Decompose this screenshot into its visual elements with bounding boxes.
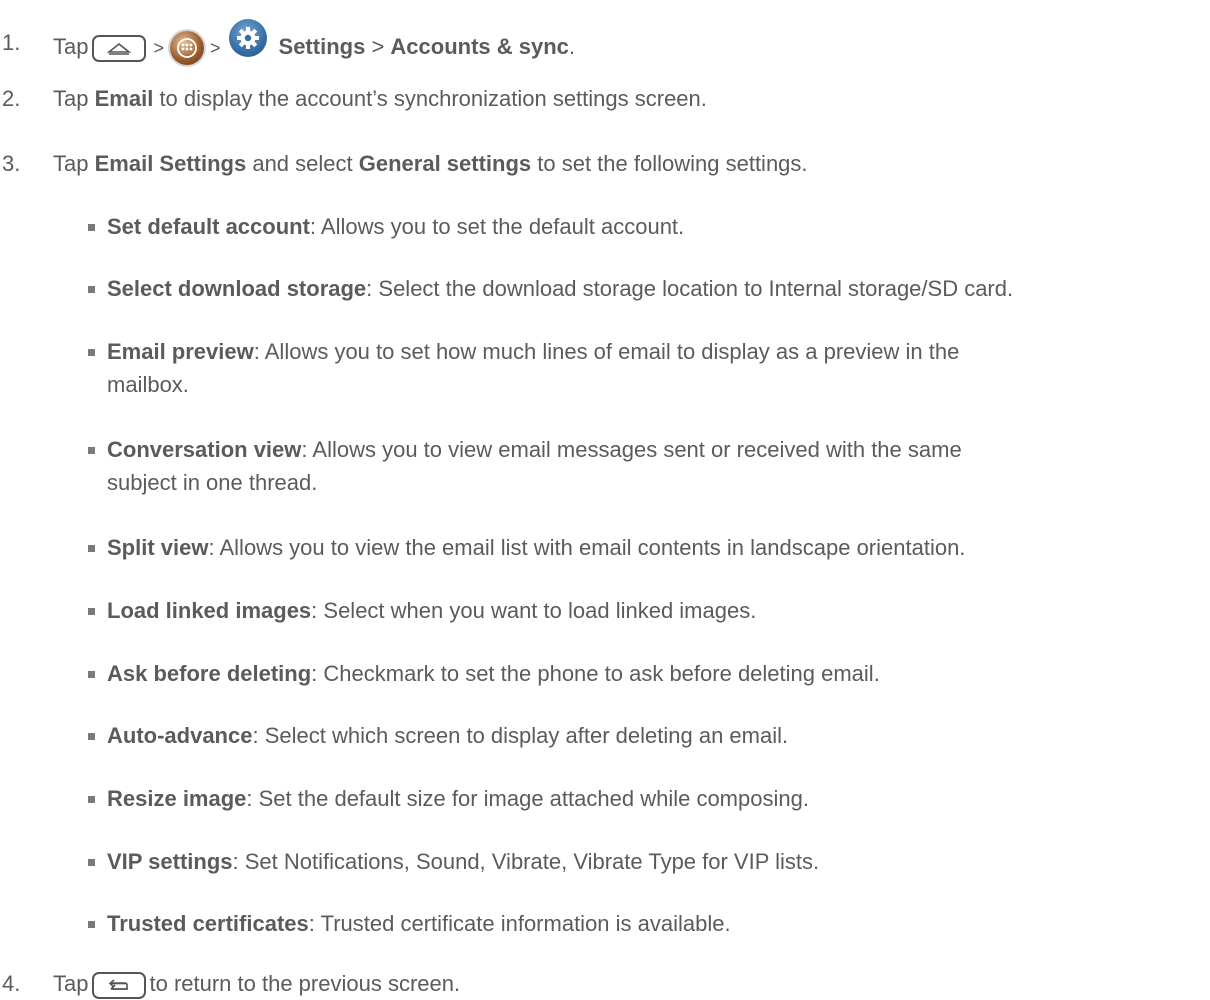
bullet-icon (88, 349, 95, 356)
step-text: Tap Email to display the account’s synch… (53, 86, 707, 111)
email-label: Email (94, 86, 154, 111)
bullet-icon (88, 447, 95, 454)
step-text: Tap Email Settings and select General se… (53, 151, 808, 176)
step-number: 3. (2, 151, 21, 176)
step-number: 4. (2, 971, 21, 996)
step-number: 1. (2, 30, 21, 55)
bullet-icon (88, 286, 95, 293)
email-settings-label: Email Settings (94, 151, 247, 176)
step-number: 2. (2, 86, 21, 111)
back-key-icon (92, 971, 147, 999)
bullet-icon (88, 921, 95, 928)
settings-label: Settings (278, 33, 366, 59)
bullet-icon (88, 796, 95, 803)
apps-icon (170, 31, 204, 65)
bullet-icon (88, 545, 95, 552)
bullet-icon (88, 608, 95, 615)
bullet-icon (88, 859, 95, 866)
accounts-sync-label: Accounts & sync (390, 33, 569, 59)
bullet-icon (88, 733, 95, 740)
settings-gear-icon (228, 19, 267, 57)
bullet-icon (88, 224, 95, 231)
general-settings-label: General settings (358, 151, 532, 176)
home-key-icon (92, 34, 147, 62)
bullet-icon (88, 671, 95, 678)
step-text: Tap to return to the previous screen. (53, 970, 460, 999)
step-text: Tap > > Settings > Accounts & sync. (53, 19, 575, 67)
